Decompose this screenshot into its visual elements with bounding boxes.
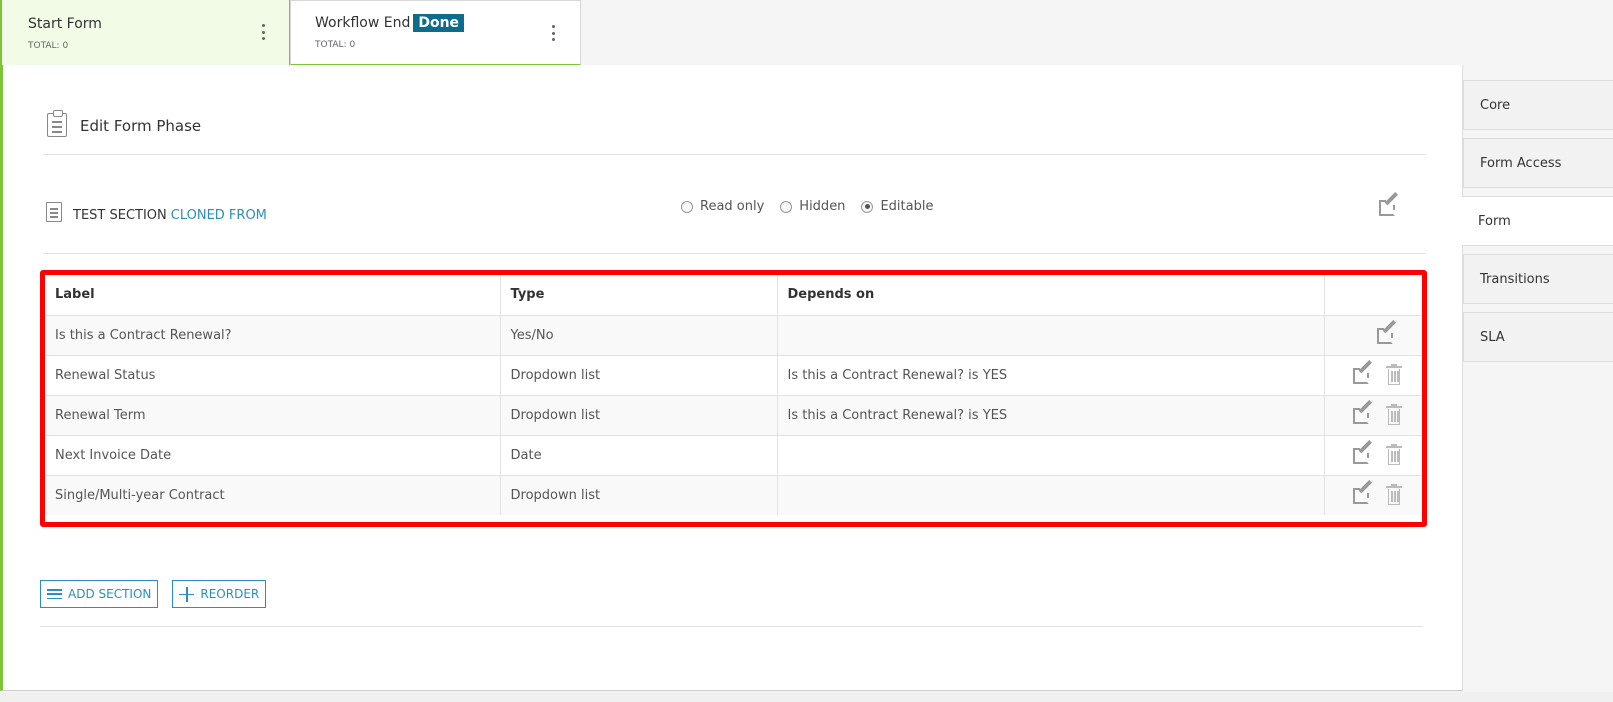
side-tab-transitions[interactable]: Transitions [1463,254,1613,304]
cell-label: Next Invoice Date [45,435,501,476]
delete-field-icon[interactable] [1385,364,1403,386]
column-header-actions [1324,275,1422,316]
section-name: TEST SECTION [73,208,167,223]
fields-table-container: Label Type Depends on Is this a Contract… [40,270,1427,527]
radio-hidden-label: Hidden [799,199,846,214]
cell-depends-on [777,315,1325,356]
cell-label: Single/Multi-year Contract [45,475,501,515]
section-actions: ADD SECTION REORDER [40,580,1423,627]
reorder-button[interactable]: REORDER [172,580,267,608]
side-navigation: Core Form Access Form Transitions SLA [1462,80,1613,370]
delete-field-icon[interactable] [1385,444,1403,466]
table-header-row: Label Type Depends on [45,275,1422,316]
radio-editable[interactable]: Editable [861,199,933,214]
cell-actions [1324,475,1422,515]
radio-read-only[interactable]: Read only [681,199,764,214]
cell-actions [1324,395,1422,436]
radio-read-only-dot[interactable] [681,200,693,213]
table-row: Next Invoice Date Date [45,435,1422,476]
section-title: TEST SECTION CLONED FROM [73,208,267,223]
side-tab-core[interactable]: Core [1463,80,1613,130]
edit-form-phase-header: Edit Form Phase [43,110,1426,155]
cell-type: Dropdown list [500,475,778,515]
cell-label: Is this a Contract Renewal? [45,315,501,356]
cell-depends-on [777,435,1325,476]
list-icon [47,589,62,599]
phase-tab-title: Start Form [28,16,102,32]
add-section-button[interactable]: ADD SECTION [40,580,159,608]
column-header-type: Type [500,275,778,316]
fields-table: Label Type Depends on Is this a Contract… [45,275,1422,515]
cell-label: Renewal Status [45,355,501,396]
access-radio-group: Read only Hidden Editable [681,199,933,214]
side-tab-sla[interactable]: SLA [1463,312,1613,362]
column-header-label: Label [45,275,501,316]
kebab-menu-icon[interactable] [262,24,266,40]
edit-field-icon[interactable] [1353,480,1373,505]
side-tab-form-access[interactable]: Form Access [1463,138,1613,188]
delete-field-icon[interactable] [1385,484,1403,506]
phase-tab-total: TOTAL: 0 [28,41,69,51]
cell-depends-on [777,475,1325,515]
edit-section-icon[interactable] [1379,191,1399,217]
bottom-strip [0,692,1613,702]
phase-tab-start-form[interactable]: Start Form TOTAL: 0 [0,0,291,66]
delete-field-icon[interactable] [1385,404,1403,426]
cell-type: Dropdown list [500,395,778,436]
phase-tab-workflow-end[interactable]: Workflow End Done TOTAL: 0 [290,0,581,66]
radio-editable-label: Editable [880,199,934,214]
radio-hidden-dot[interactable] [780,200,793,213]
cell-depends-on: Is this a Contract Renewal? is YES [777,355,1325,396]
table-row: Renewal Status Dropdown list Is this a C… [45,355,1422,396]
table-row: Single/Multi-year Contract Dropdown list [45,475,1422,515]
edit-field-icon[interactable] [1353,439,1373,465]
edit-field-icon[interactable] [1377,319,1397,345]
phase-tab-title: Workflow End Done [315,14,465,32]
cell-type: Dropdown list [500,355,778,396]
cell-label: Renewal Term [45,395,501,436]
section-header: TEST SECTION CLONED FROM Read only Hidden… [43,191,1426,254]
table-row: Renewal Term Dropdown list Is this a Con… [45,395,1422,436]
cell-actions [1324,315,1422,356]
cell-depends-on: Is this a Contract Renewal? is YES [777,395,1325,436]
done-badge: Done [413,14,465,32]
edit-field-icon[interactable] [1353,359,1373,385]
cell-actions [1324,355,1422,396]
radio-editable-dot[interactable] [861,200,874,213]
cell-actions [1324,435,1422,476]
document-icon [46,202,62,222]
add-section-label: ADD SECTION [68,587,152,601]
radio-read-only-label: Read only [700,199,765,214]
kebab-menu-icon[interactable] [552,25,556,41]
side-tab-form[interactable]: Form [1462,196,1613,246]
edit-field-icon[interactable] [1353,399,1373,425]
page-title: Edit Form Phase [80,117,202,135]
table-row: Is this a Contract Renewal? Yes/No [45,315,1422,356]
reorder-label: REORDER [200,587,260,601]
radio-hidden[interactable]: Hidden [780,199,845,214]
clipboard-icon [47,110,67,137]
column-header-depends-on: Depends on [777,275,1325,316]
cell-type: Date [500,435,778,476]
phase-tab-total: TOTAL: 0 [315,40,356,50]
cell-type: Yes/No [500,315,778,356]
move-arrows-icon [179,586,195,602]
phase-tab-title-text: Workflow End [315,15,411,31]
cloned-from-link[interactable]: CLONED FROM [171,208,267,223]
